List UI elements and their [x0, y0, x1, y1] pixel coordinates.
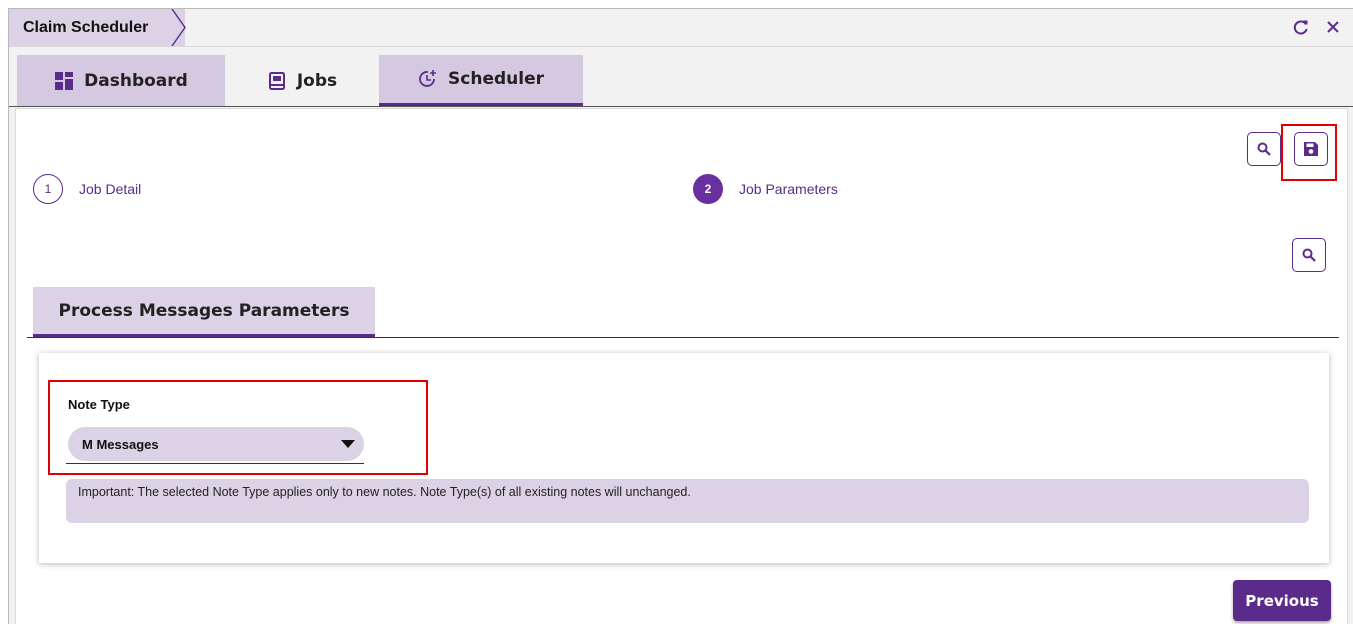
title-chevron-icon [165, 9, 186, 46]
search-icon [1302, 248, 1316, 262]
title-bar: Claim Scheduler [9, 9, 1353, 47]
save-button[interactable] [1294, 132, 1328, 166]
step-1-circle: 1 [33, 174, 63, 204]
window-title: Claim Scheduler [23, 18, 149, 36]
save-icon [1304, 142, 1318, 156]
refresh-icon[interactable] [1292, 18, 1310, 36]
tab-dashboard[interactable]: Dashboard [17, 55, 225, 106]
main-tabs: Dashboard Jobs Scheduler [9, 47, 1353, 107]
select-underline [66, 463, 364, 464]
tab-dashboard-label: Dashboard [84, 70, 188, 91]
dashboard-icon [54, 71, 74, 91]
tab-jobs-label: Jobs [296, 70, 338, 91]
window-title-tab: Claim Scheduler [9, 9, 185, 46]
tab-jobs[interactable]: Jobs [225, 55, 379, 106]
search-button[interactable] [1247, 132, 1281, 166]
step-1-label: Job Detail [79, 181, 142, 197]
step-job-detail[interactable]: 1 Job Detail [33, 174, 141, 204]
tab-scheduler[interactable]: Scheduler [379, 55, 583, 106]
step-2-circle: 2 [693, 174, 723, 204]
tab-scheduler-label: Scheduler [448, 69, 544, 89]
parameters-card: Note Type M Messages Important: The sele… [39, 353, 1329, 563]
jobs-icon [267, 71, 287, 91]
previous-button[interactable]: Previous [1233, 580, 1331, 621]
caret-down-icon [341, 440, 355, 448]
parameters-search-button[interactable] [1292, 238, 1326, 272]
step-job-parameters[interactable]: 2 Job Parameters [693, 174, 838, 204]
important-note: Important: The selected Note Type applie… [66, 479, 1309, 523]
step-2-label: Job Parameters [739, 181, 838, 197]
scheduler-icon [418, 69, 438, 89]
tab-process-messages-parameters[interactable]: Process Messages Parameters [33, 287, 375, 337]
note-type-label: Note Type [68, 397, 130, 412]
note-type-select[interactable]: M Messages [68, 427, 364, 461]
close-icon[interactable] [1324, 18, 1342, 36]
search-icon [1257, 142, 1271, 156]
content-panel: 1 Job Detail 2 Job Parameters Process Me… [15, 108, 1348, 624]
subtab-divider [27, 337, 1339, 338]
note-type-value: M Messages [82, 436, 159, 452]
